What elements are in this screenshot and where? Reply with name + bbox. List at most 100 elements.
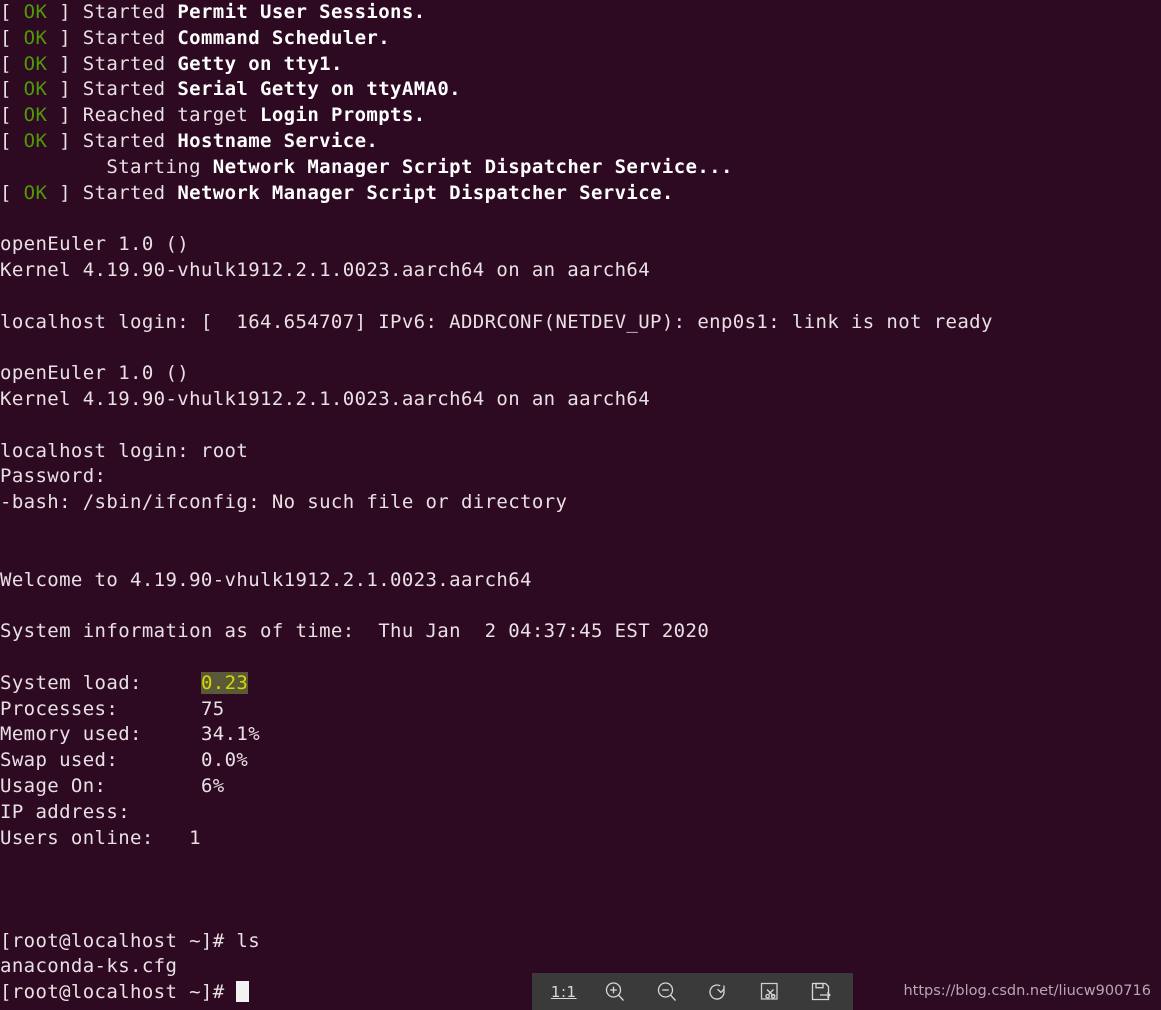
pad	[154, 827, 189, 849]
zoom-in-button[interactable]	[598, 977, 632, 1007]
shell-command-line: [root@localhost ~]# ls	[0, 929, 1161, 955]
boot-unit: Network Manager Script Dispatcher Servic…	[177, 181, 674, 204]
terminal-output[interactable]: [ OK ] Started Permit User Sessions. [ O…	[0, 0, 1161, 1006]
watermark-url: https://blog.csdn.net/liucw900716	[903, 983, 1151, 999]
boot-verb: Started	[82, 26, 166, 49]
sysinfo-label: Memory used:	[0, 723, 142, 746]
welcome-message: Welcome to 4.19.90-vhulk1912.2.1.0023.aa…	[0, 568, 532, 591]
boot-unit: Network Manager Script Dispatcher Servic…	[212, 155, 733, 178]
crop-button[interactable]	[753, 977, 787, 1007]
distro-banner: openEuler 1.0 ()	[0, 362, 190, 385]
sysinfo-label: Users online:	[0, 826, 154, 849]
sysinfo-label: Processes:	[0, 697, 119, 720]
kernel-banner: Kernel 4.19.90-vhulk1912.2.1.0023.aarch6…	[0, 258, 651, 281]
boot-message-line: [ OK ] Started Permit User Sessions.	[0, 0, 1161, 26]
sysinfo-row-users-online: Users online: 1	[0, 826, 1161, 852]
boot-verb: Started	[82, 52, 166, 75]
status-ok: OK	[23, 26, 48, 49]
boot-unit: Hostname Service.	[177, 129, 379, 152]
sysinfo-value: 34.1%	[200, 723, 261, 746]
status-ok: OK	[23, 104, 48, 127]
pad	[130, 801, 189, 823]
boot-unit: Permit User Sessions.	[177, 1, 426, 23]
bracket-open: [	[0, 181, 24, 204]
kernel-banner: Kernel 4.19.90-vhulk1912.2.1.0023.aarch6…	[0, 387, 651, 410]
rotate-icon	[706, 980, 730, 1004]
rotate-button[interactable]	[701, 977, 735, 1007]
status-ok: OK	[23, 52, 48, 75]
bash-error-message: -bash: /sbin/ifconfig: No such file or d…	[0, 491, 568, 514]
zoom-in-icon	[603, 980, 627, 1004]
sysinfo-label: IP address:	[0, 800, 131, 823]
status-ok: OK	[23, 78, 48, 101]
status-ok: OK	[23, 129, 48, 152]
pad	[106, 775, 201, 797]
zoom-out-icon	[655, 980, 679, 1004]
distro-banner: openEuler 1.0 ()	[0, 233, 190, 256]
login-prompt-with-kmsg: localhost login: [ 164.654707] IPv6: ADD…	[0, 310, 993, 333]
boot-message-line: [ OK ] Started Hostname Service.	[0, 129, 1161, 155]
sysinfo-row-usage-on: Usage On: 6%	[0, 774, 1161, 800]
pad	[118, 698, 201, 720]
bracket-close: ]	[47, 104, 83, 127]
sysinfo-label: Swap used:	[0, 749, 119, 772]
actual-size-button[interactable]: 1:1	[547, 977, 581, 1007]
bracket-open: [	[0, 26, 24, 49]
boot-message-line: [ OK ] Reached target Login Prompts.	[0, 103, 1161, 129]
bracket-open: [	[0, 78, 24, 101]
one-to-one-text: 1:1	[550, 982, 577, 1001]
boot-unit: Getty on tty1.	[177, 52, 343, 75]
image-viewer-toolbar[interactable]: 1:1	[532, 973, 853, 1010]
bracket-close: ]	[47, 181, 83, 204]
boot-verb: Started	[82, 181, 166, 204]
shell-prompt: [root@localhost ~]#	[0, 981, 237, 1004]
boot-message-line: [ OK ] Started Command Scheduler.	[0, 26, 1161, 52]
sysinfo-label: System load:	[0, 671, 142, 694]
sysinfo-header: System information as of time: Thu Jan 2…	[0, 620, 710, 643]
sysinfo-row-memory-used: Memory used: 34.1%	[0, 722, 1161, 748]
sysinfo-value: 6%	[200, 774, 225, 797]
status-ok: OK	[23, 181, 48, 204]
bracket-open: [	[0, 104, 24, 127]
boot-message-line: [ OK ] Started Serial Getty on ttyAMA0.	[0, 77, 1161, 103]
save-button[interactable]	[804, 977, 838, 1007]
boot-unit: Command Scheduler.	[177, 26, 391, 49]
sysinfo-row-ip-address: IP address:	[0, 800, 1161, 826]
pad	[118, 749, 201, 771]
boot-verb: Started	[82, 78, 166, 101]
boot-message-line: [ OK ] Started Network Manager Script Di…	[0, 181, 1161, 207]
boot-message-line: [ OK ] Started Getty on tty1.	[0, 52, 1161, 78]
sysinfo-label: Usage On:	[0, 774, 107, 797]
boot-unit: Serial Getty on ttyAMA0.	[177, 78, 461, 101]
bracket-open: [	[0, 1, 24, 23]
sysinfo-row-system-load: System load: 0.23	[0, 671, 1161, 697]
boot-unit: Login Prompts.	[260, 104, 426, 127]
sysinfo-row-swap-used: Swap used: 0.0%	[0, 748, 1161, 774]
zoom-out-button[interactable]	[650, 977, 684, 1007]
bracket-open: [	[0, 52, 24, 75]
bracket-close: ]	[47, 1, 83, 23]
shell-prompt: [root@localhost ~]#	[0, 929, 237, 952]
boot-verb: Starting	[106, 155, 201, 178]
boot-verb: Reached target	[82, 104, 249, 127]
sysinfo-value: 0.23	[200, 671, 249, 694]
crop-scissors-icon	[758, 980, 782, 1004]
boot-verb: Started	[82, 1, 166, 23]
status-ok: OK	[23, 1, 48, 23]
